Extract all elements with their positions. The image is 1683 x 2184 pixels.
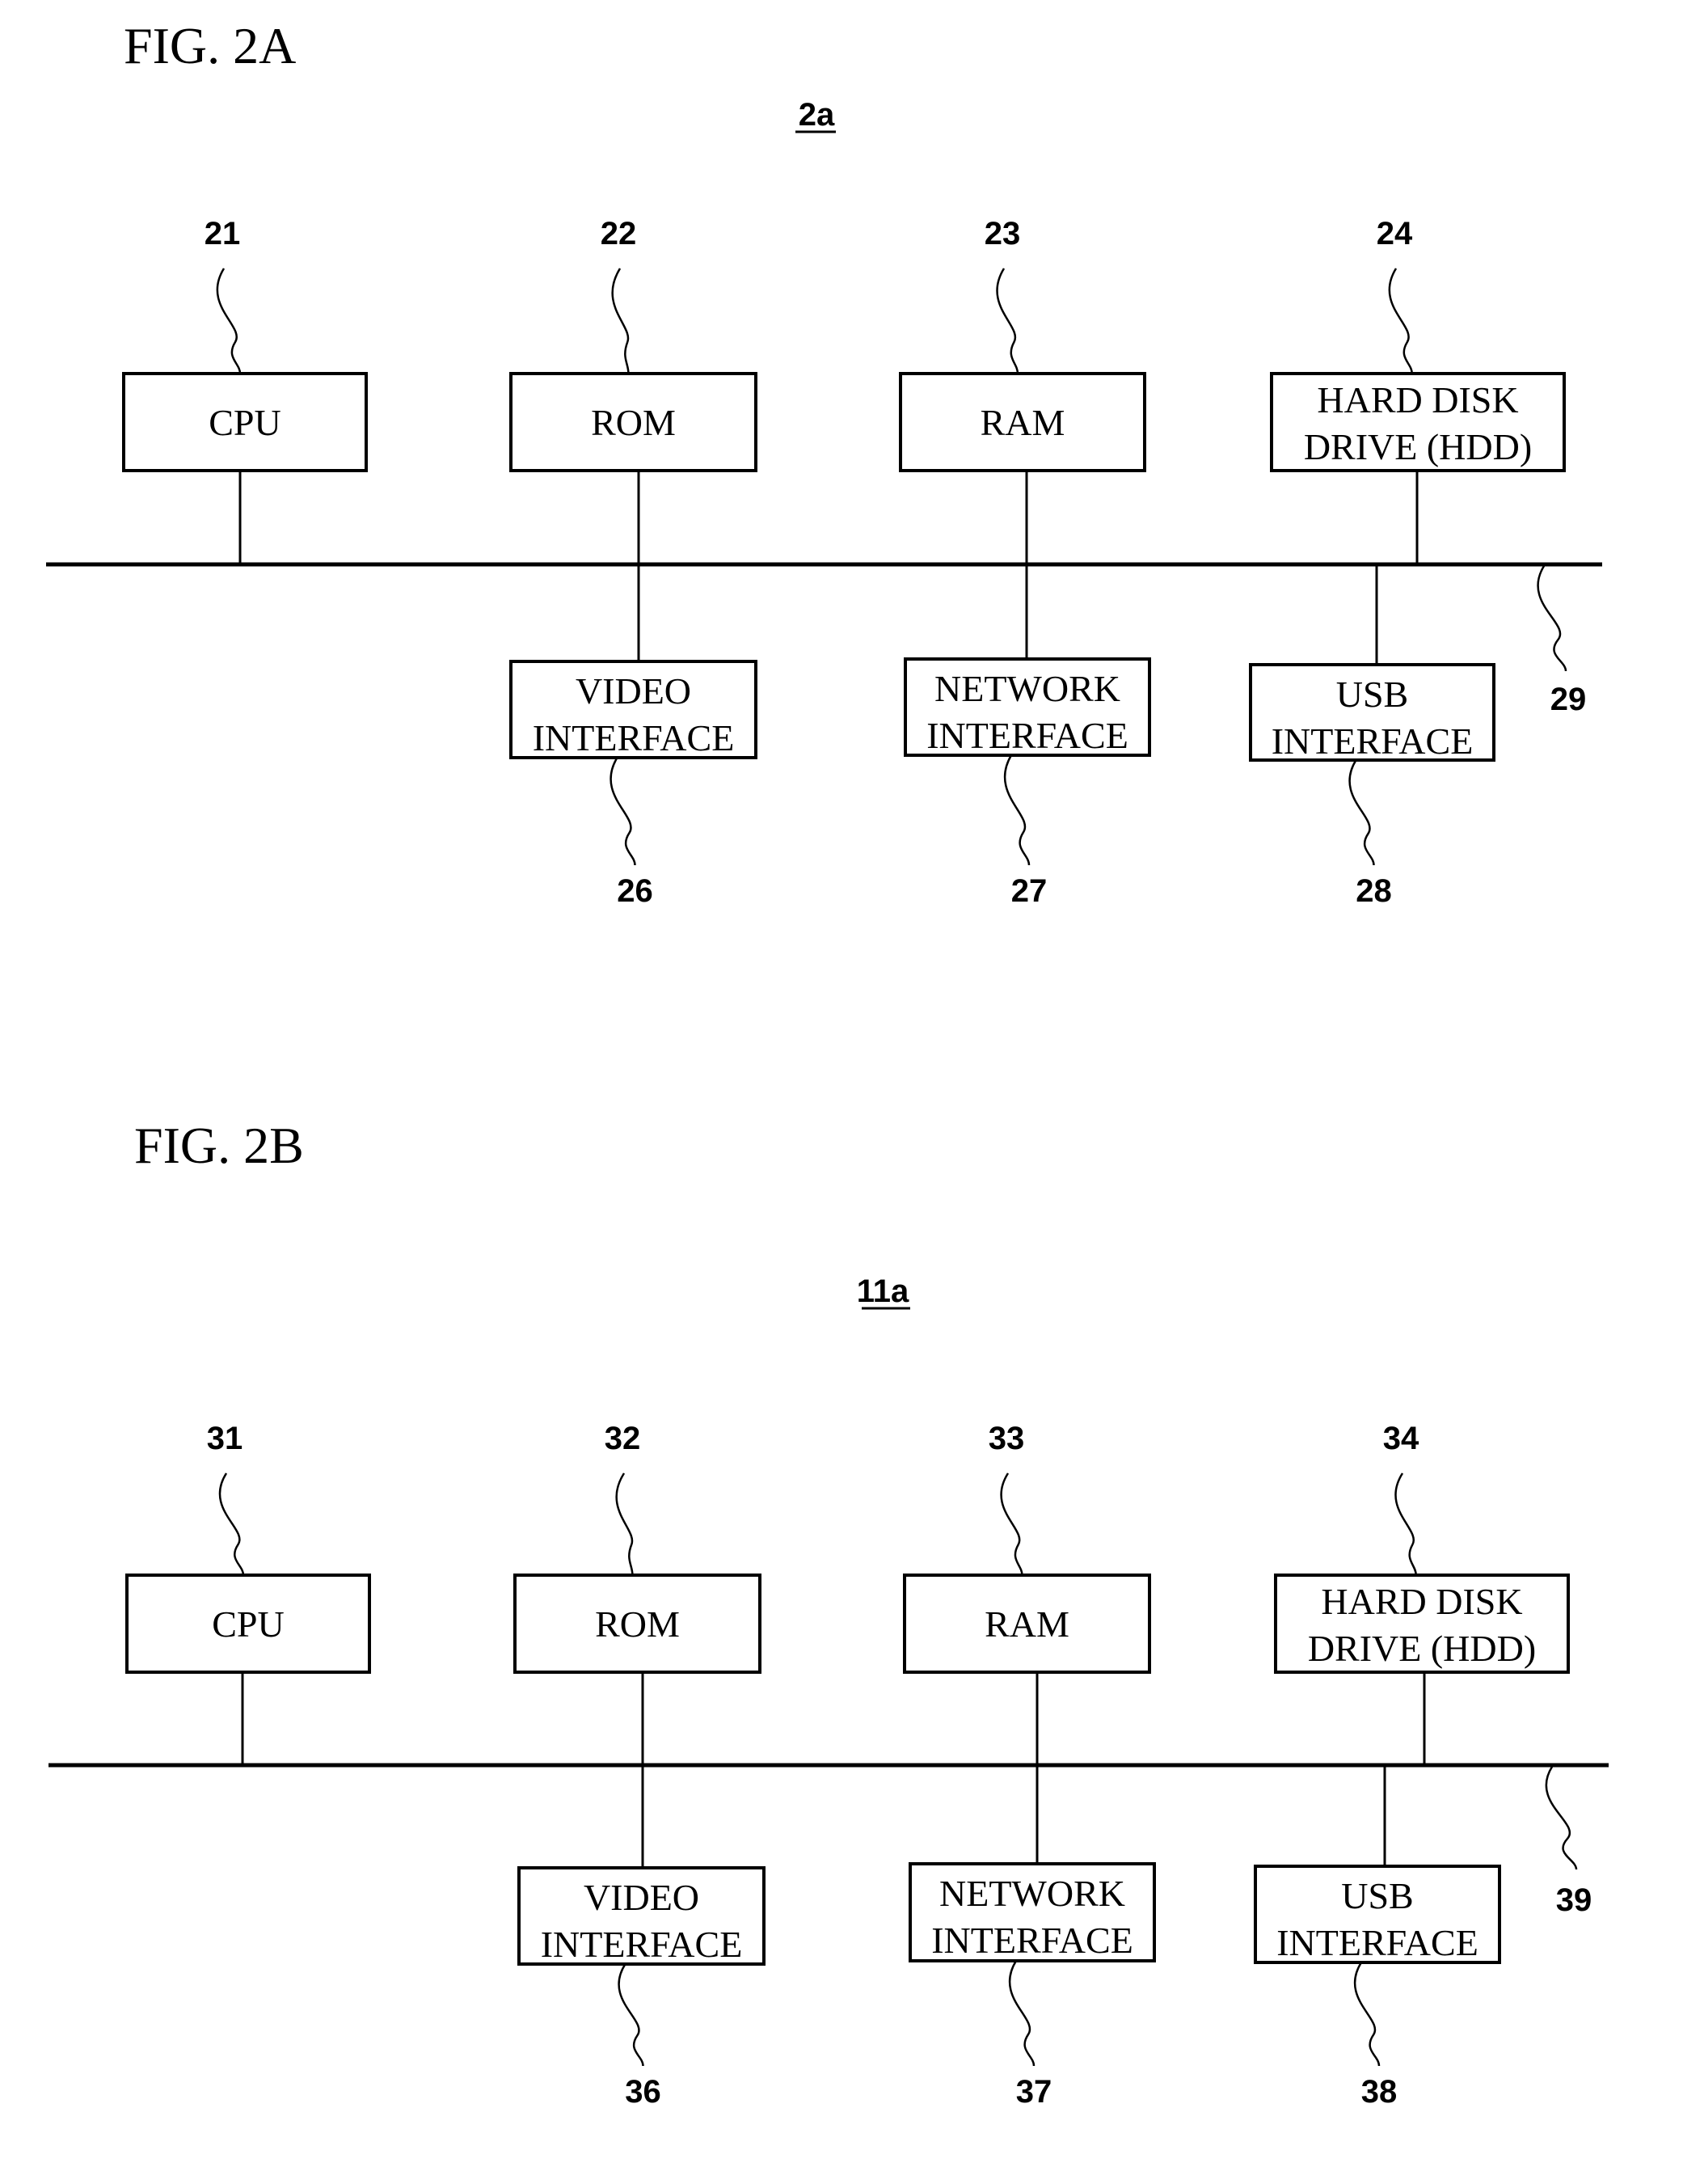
component-label: USB <box>1336 674 1408 715</box>
reference-number: 24 <box>1377 216 1413 251</box>
component-label: INTERFACE <box>931 1920 1133 1961</box>
reference-number: 27 <box>1011 873 1048 909</box>
component-label: INTERFACE <box>1272 720 1474 762</box>
figure-title: FIG. 2A <box>124 17 296 74</box>
device-reference-label: 2a <box>799 97 835 133</box>
component-label: VIDEO <box>584 1877 699 1918</box>
reference-leader-line <box>1009 1960 1036 2067</box>
reference-leader-line <box>1388 268 1414 374</box>
component-label: CPU <box>212 1603 284 1645</box>
reference-leader-line <box>218 1472 245 1576</box>
reference-leader-line <box>618 1963 644 2067</box>
reference-number: 34 <box>1383 1421 1419 1456</box>
reference-number: 26 <box>617 873 653 909</box>
reference-number: 32 <box>605 1421 641 1456</box>
patent-diagram: FIG. 2A 2a CPU 21 ROM 22 RAM 23 HARD DISK DRIVE (… <box>46 17 1609 2110</box>
reference-leader-line <box>1004 754 1031 866</box>
component-label: NETWORK <box>934 668 1120 709</box>
reference-number: 23 <box>985 216 1021 251</box>
component-label: INTERFACE <box>541 1924 743 1965</box>
reference-number: 22 <box>601 216 637 251</box>
component-label: VIDEO <box>576 670 691 712</box>
component-label: DRIVE (HDD) <box>1304 426 1532 467</box>
figure-title: FIG. 2B <box>134 1117 304 1174</box>
component-label: HARD DISK <box>1317 379 1518 420</box>
reference-leader-line <box>1000 1472 1023 1576</box>
reference-leader-line <box>1394 1472 1418 1576</box>
component-label: ROM <box>595 1603 680 1645</box>
reference-leader-line <box>610 757 636 866</box>
reference-leader-line <box>996 268 1019 374</box>
component-label: RAM <box>981 402 1065 443</box>
reference-number: 37 <box>1016 2074 1052 2110</box>
reference-number: 21 <box>205 216 241 251</box>
component-label: ROM <box>591 402 676 443</box>
reference-leader-line <box>615 1472 634 1576</box>
reference-number: 36 <box>625 2074 661 2110</box>
reference-leader-line <box>1348 759 1375 866</box>
reference-number: 38 <box>1361 2074 1398 2110</box>
bus-reference-leader-line <box>1545 1766 1578 1870</box>
reference-number: 31 <box>207 1421 243 1456</box>
component-label: DRIVE (HDD) <box>1308 1628 1536 1669</box>
reference-leader-line <box>611 268 630 374</box>
component-label: RAM <box>985 1603 1069 1645</box>
reference-leader-line <box>1354 1962 1381 2067</box>
component-label: INTERFACE <box>533 717 735 758</box>
bus-reference-number: 29 <box>1550 682 1587 717</box>
reference-leader-line <box>216 268 242 374</box>
component-label: NETWORK <box>939 1873 1125 1914</box>
reference-number: 33 <box>989 1421 1025 1456</box>
component-label: CPU <box>209 402 280 443</box>
bus-reference-leader-line <box>1537 565 1567 672</box>
bus-reference-number: 39 <box>1556 1882 1592 1918</box>
reference-number: 28 <box>1356 873 1392 909</box>
component-label: INTERFACE <box>1276 1922 1478 1963</box>
component-label: INTERFACE <box>926 715 1128 756</box>
component-label: HARD DISK <box>1321 1581 1522 1622</box>
device-reference-label: 11a <box>857 1274 909 1309</box>
component-label: USB <box>1341 1875 1413 1916</box>
